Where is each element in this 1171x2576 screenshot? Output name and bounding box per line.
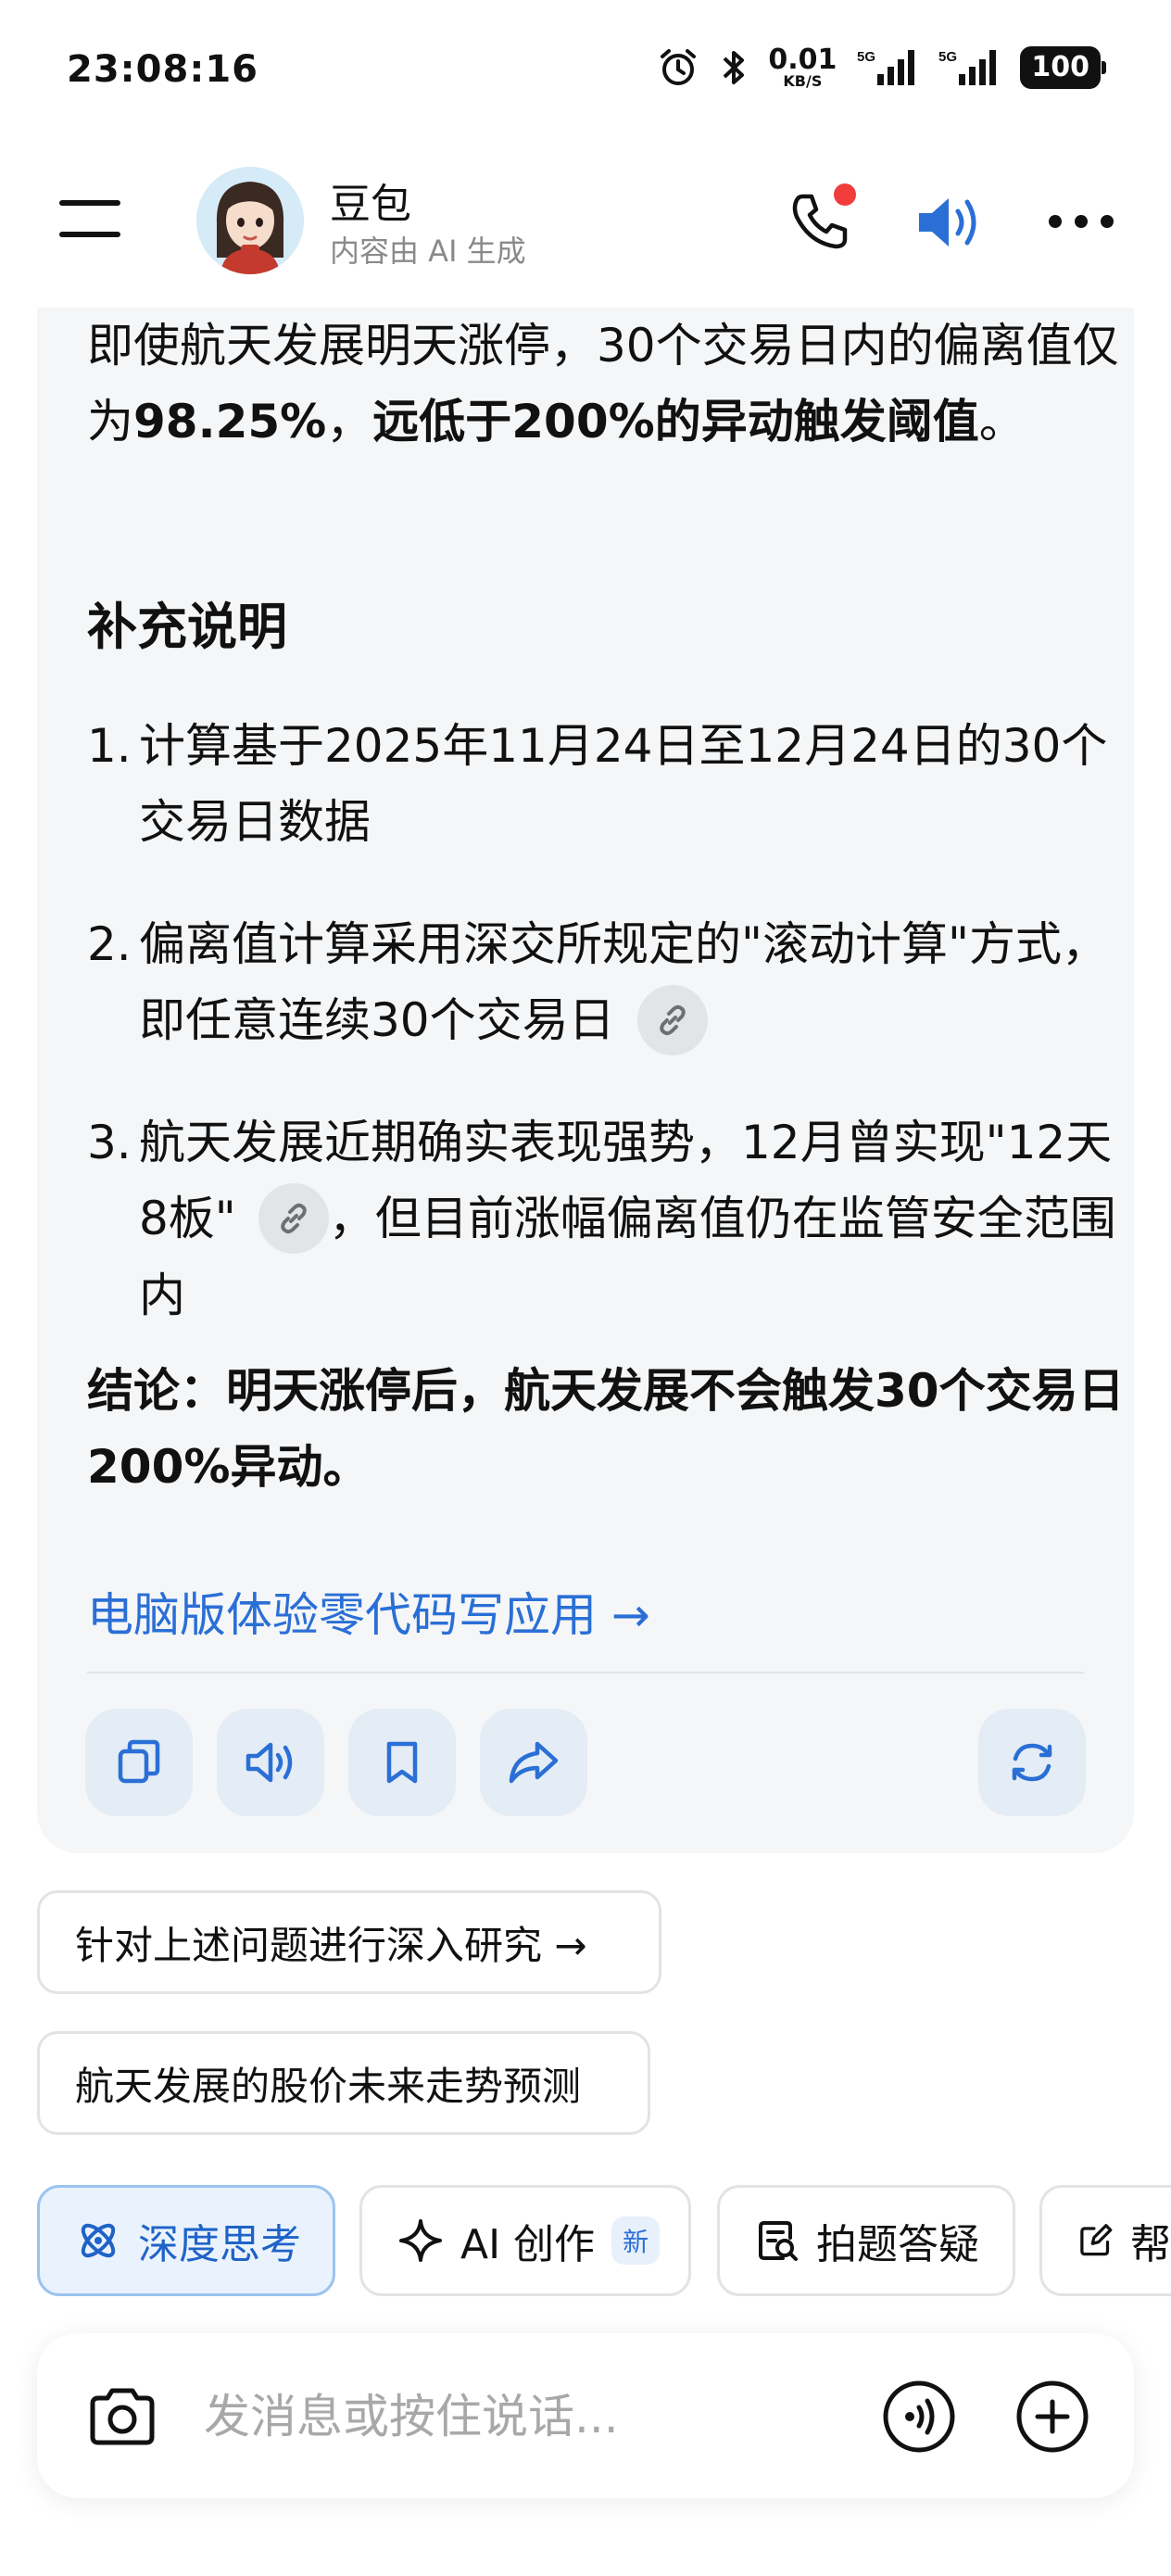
tool-label: 帮 — [1130, 2221, 1171, 2268]
assistant-message: 即使航天发展明天涨停，30个交易日内的偏离值仅为98.25%，远低于200%的异… — [37, 308, 1134, 1853]
list-text-segment: 偏离值计算采用深交所规定的"滚动计算"方式，即任意连续30个交易日 — [139, 917, 1108, 1047]
sparkle-icon — [399, 2219, 442, 2262]
promo-link[interactable]: 电脑版体验零代码写应用 → — [87, 1577, 650, 1653]
new-badge: 新 — [611, 2216, 661, 2265]
battery-icon: 100 — [1020, 46, 1106, 89]
tool-deep-think[interactable]: 深度思考 — [37, 2185, 335, 2296]
status-time: 23:08:16 — [67, 48, 258, 91]
menu-icon[interactable] — [59, 200, 120, 237]
camera-icon[interactable] — [83, 2378, 161, 2456]
list-number: 2. — [87, 917, 132, 971]
alarm-icon — [661, 49, 697, 85]
net-speed-unit: KB/S — [783, 72, 823, 90]
signal-2-label: 5G — [938, 49, 957, 65]
reference-link-icon[interactable] — [258, 1182, 329, 1254]
notification-dot — [834, 183, 856, 206]
atom-icon — [81, 2223, 116, 2258]
avatar[interactable] — [196, 167, 304, 274]
read-aloud-icon — [246, 1742, 293, 1783]
signal-icon: 5G — [857, 49, 915, 85]
bookmark-button[interactable] — [348, 1709, 456, 1816]
share-button[interactable] — [480, 1709, 587, 1816]
message-composer — [37, 2333, 1134, 2498]
speaker-icon[interactable] — [913, 189, 988, 256]
tool-photo-qa[interactable]: 拍题答疑 — [717, 2185, 1015, 2296]
paragraph-highlight: 远低于200%的异动触发阈值 — [372, 395, 979, 448]
reference-link-icon[interactable] — [636, 984, 708, 1055]
more-icon[interactable] — [1049, 215, 1114, 230]
message-paragraph: 即使航天发展明天涨停，30个交易日内的偏离值仅为98.25%，远低于200%的异… — [87, 308, 1128, 460]
signal-1-label: 5G — [857, 49, 875, 65]
tool-label: 深度思考 — [138, 2221, 301, 2268]
regenerate-icon — [1012, 1743, 1052, 1782]
ai-generated-label: 内容由 AI 生成 — [330, 234, 526, 269]
edit-icon — [1080, 2224, 1113, 2256]
status-bar: 23:08:16 0.01 KB/S 5G 5G 100 — [0, 0, 1171, 139]
bluetooth-icon — [723, 51, 745, 84]
conclusion-text: 结论：明天涨停后，航天发展不会触发30个交易日200%异动。 — [87, 1364, 1125, 1494]
divider — [87, 1672, 1084, 1673]
copy-button[interactable] — [85, 1709, 193, 1816]
suggestion-chip[interactable]: 航天发展的股价未来走势预测 — [37, 2031, 650, 2135]
list-text: 计算基于2025年11月24日至12月24日的30个交易日数据 — [139, 719, 1108, 849]
copy-icon — [118, 1739, 160, 1784]
signal-icon: 5G — [938, 49, 997, 85]
net-speed: 0.01 KB/S — [768, 46, 837, 89]
paragraph-text: ， — [326, 395, 373, 448]
plus-icon[interactable] — [1014, 2378, 1091, 2456]
tool-label: AI 创作 — [460, 2221, 596, 2268]
bookmark-icon — [386, 1741, 418, 1784]
share-icon — [509, 1741, 559, 1784]
tool-label: 拍题答疑 — [816, 2221, 979, 2268]
list-text: 偏离值计算采用深交所规定的"滚动计算"方式，即任意连续30个交易日 — [139, 906, 1134, 1059]
net-speed-value: 0.01 — [768, 44, 837, 76]
regenerate-button[interactable] — [978, 1709, 1086, 1816]
list-number: 3. — [87, 1116, 132, 1169]
tool-ai-create[interactable]: AI 创作 新 — [359, 2185, 691, 2296]
chat-header: 豆包 内容由 AI 生成 — [0, 148, 1171, 287]
paragraph-highlight: 98.25% — [133, 395, 327, 448]
paragraph-text: 。 — [978, 395, 1026, 448]
list-number: 1. — [87, 719, 132, 773]
photo-search-icon — [759, 2221, 798, 2261]
suggestion-chip[interactable]: 针对上述问题进行深入研究 → — [37, 1890, 661, 1994]
section-title: 补充说明 — [87, 598, 287, 656]
read-aloud-button[interactable] — [217, 1709, 324, 1816]
bot-name: 豆包 — [330, 181, 411, 228]
voice-call-icon[interactable] — [880, 2378, 958, 2456]
list-text: 航天发展近期确实表现强势，12月曾实现"12天8板" ，但目前涨幅偏离值仍在监管安… — [139, 1105, 1134, 1333]
status-icons: 0.01 KB/S 5G 5G 100 — [657, 44, 1106, 91]
message-input[interactable] — [204, 2374, 889, 2459]
tool-helper[interactable]: 帮 — [1039, 2185, 1171, 2296]
